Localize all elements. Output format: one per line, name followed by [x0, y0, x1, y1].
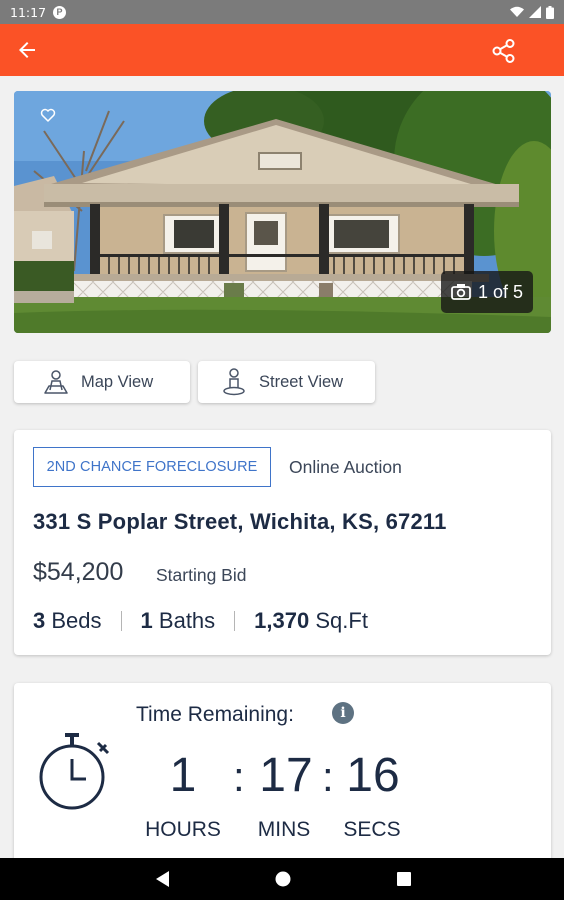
signal-icon: [529, 6, 541, 18]
beds-value: 3: [33, 608, 46, 633]
nav-recents-icon[interactable]: [396, 870, 412, 888]
nav-home-icon[interactable]: [275, 870, 291, 888]
map-view-label: Map View: [81, 372, 154, 391]
street-view-label: Street View: [259, 372, 344, 391]
seconds-value: 16: [346, 749, 400, 802]
minutes-label: MINS: [257, 818, 311, 841]
stopwatch-icon: [39, 733, 110, 810]
status-time: 11:17: [10, 4, 47, 20]
spec-divider: [120, 611, 122, 631]
property-address: 331 S Poplar Street, Wichita, KS, 67211: [33, 509, 447, 534]
favorite-heart-icon[interactable]: [40, 107, 56, 123]
nav-back-icon[interactable]: [154, 870, 170, 888]
hours-label: HOURS: [145, 818, 221, 841]
starting-bid-label: Starting Bid: [156, 565, 247, 585]
map-person-icon: [44, 370, 68, 394]
share-icon[interactable]: [491, 38, 517, 64]
baths-value: 1: [140, 608, 153, 633]
property-specs: 3 Beds 1 Baths 1,370 Sq.Ft: [33, 608, 368, 634]
street-view-button[interactable]: Street View: [198, 361, 375, 403]
app-bar: [0, 24, 564, 76]
back-arrow-icon[interactable]: [15, 38, 39, 62]
beds-label: Beds: [51, 608, 102, 633]
hours-value: 1: [169, 749, 197, 802]
seconds-label: SECS: [343, 818, 401, 841]
status-bar: 11:17 P: [0, 0, 564, 24]
listing-type-badge: 2ND CHANCE FORECLOSURE: [33, 447, 271, 487]
notification-app-icon: P: [53, 5, 67, 19]
time-remaining-label: Time Remaining:: [136, 703, 294, 726]
battery-icon: [546, 5, 554, 19]
timer-colon: :: [322, 753, 334, 800]
property-photo[interactable]: 1 of 5: [14, 91, 551, 333]
photo-counter-label: 1 of 5: [477, 281, 524, 302]
auction-type-label: Online Auction: [289, 457, 402, 477]
sqft-value: 1,370: [254, 608, 310, 633]
minutes-value: 17: [259, 749, 313, 802]
sqft-label: Sq.Ft: [315, 608, 368, 633]
photo-counter[interactable]: 1 of 5: [441, 271, 533, 313]
spec-divider: [234, 611, 236, 631]
wifi-icon: [510, 6, 524, 17]
baths-label: Baths: [158, 608, 216, 633]
starting-bid-price: $54,200: [33, 558, 124, 586]
system-navigation-bar: [0, 858, 564, 900]
timer-colon: :: [233, 753, 245, 800]
time-remaining-card: Time Remaining: i 1 : 17 : 16 HOURS MINS…: [14, 683, 551, 883]
listing-details-card: 2ND CHANCE FORECLOSURE Online Auction 33…: [14, 430, 551, 655]
map-view-button[interactable]: Map View: [14, 361, 190, 403]
camera-icon: [451, 284, 471, 300]
info-icon[interactable]: i: [332, 702, 354, 724]
street-person-icon: [223, 368, 245, 396]
